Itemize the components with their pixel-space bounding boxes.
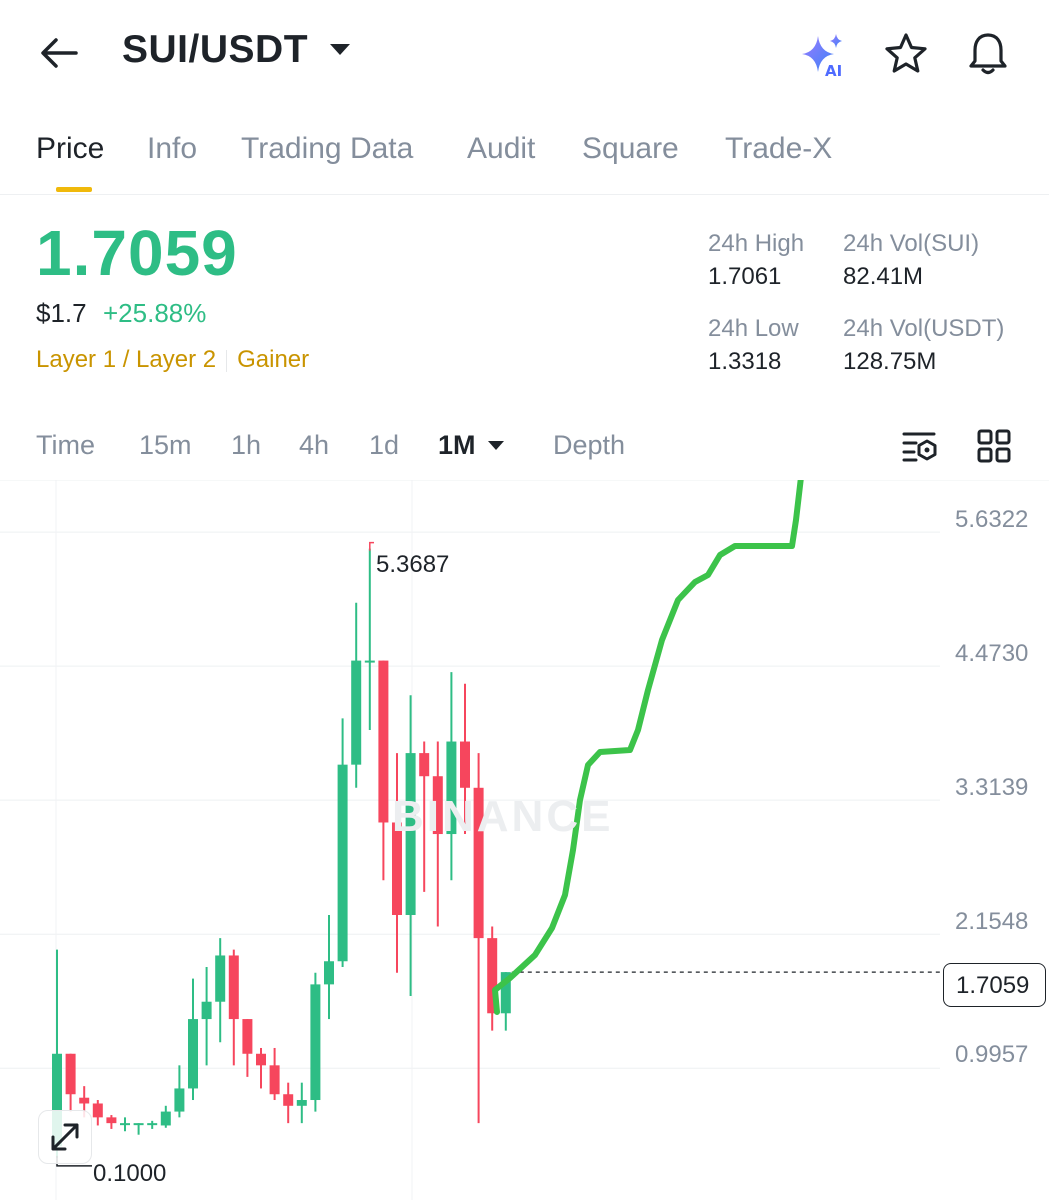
- fullscreen-button[interactable]: [38, 1110, 92, 1164]
- ai-sparkle-icon[interactable]: AI: [798, 30, 846, 78]
- bell-icon[interactable]: [964, 30, 1012, 78]
- tag-layer[interactable]: Layer 1 / Layer 2: [36, 346, 216, 373]
- vol-quote-value: 128.75M: [843, 348, 937, 375]
- high-value: 1.7061: [708, 263, 782, 290]
- candle-body: [351, 660, 362, 765]
- category-tags: Layer 1 / Layer 2 Gainer: [36, 346, 309, 374]
- interval-15m[interactable]: 15m: [139, 430, 192, 461]
- vol-base-label: 24h Vol(SUI): [843, 230, 980, 257]
- candle-body: [174, 1088, 185, 1112]
- last-price: 1.7059: [36, 217, 238, 289]
- candle-body: [378, 660, 389, 823]
- candle-body: [228, 955, 239, 1020]
- candle-body: [460, 741, 470, 788]
- tab-price[interactable]: Price: [36, 132, 104, 166]
- back-arrow-icon[interactable]: [36, 30, 82, 76]
- tab-trade-x[interactable]: Trade-X: [725, 132, 832, 166]
- current-price-label: 1.7059: [956, 972, 1030, 999]
- candle-body: [283, 1094, 294, 1106]
- y-tick-label: 4.4730: [955, 640, 1029, 667]
- tab-trading-data[interactable]: Trading Data: [241, 132, 413, 166]
- candle-body: [324, 961, 334, 985]
- y-tick-label: 5.6322: [955, 506, 1029, 533]
- tab-square[interactable]: Square: [582, 132, 679, 166]
- candle-body: [337, 764, 348, 962]
- star-icon[interactable]: [882, 30, 930, 78]
- binance-watermark: BINANCE: [392, 792, 614, 841]
- candle-body: [201, 1001, 212, 1020]
- interval-1h[interactable]: 1h: [231, 430, 261, 461]
- low-marker-label: 0.1000: [93, 1160, 167, 1187]
- candles-group: [52, 548, 511, 1158]
- ai-label: AI: [825, 62, 842, 78]
- caret-down-icon[interactable]: [330, 44, 350, 55]
- candle-body: [160, 1111, 171, 1126]
- main-tabs: Price Info Trading Data Audit Square Tra…: [0, 118, 1049, 195]
- tab-info[interactable]: Info: [147, 132, 197, 166]
- candle-body: [269, 1065, 280, 1095]
- indicator-settings-icon[interactable]: [900, 426, 940, 466]
- grid-layout-icon[interactable]: [974, 426, 1014, 466]
- interval-4h[interactable]: 4h: [299, 430, 329, 461]
- candle-body: [310, 984, 321, 1101]
- interval-time[interactable]: Time: [36, 430, 95, 461]
- drawn-projection-line: [492, 480, 804, 1015]
- pair-title[interactable]: SUI/USDT: [122, 28, 308, 72]
- low-value: 1.3318: [708, 348, 782, 375]
- interval-1d[interactable]: 1d: [369, 430, 399, 461]
- candle-body: [133, 1123, 144, 1126]
- candle-body: [79, 1097, 90, 1104]
- candle-body: [364, 660, 375, 663]
- interval-depth[interactable]: Depth: [553, 430, 625, 461]
- price-change-percent: +25.88%: [103, 298, 207, 328]
- top-bar: SUI/USDT AI: [0, 0, 1049, 105]
- high-marker-line: [369, 541, 374, 551]
- candle-body: [188, 1019, 198, 1089]
- candle-body: [296, 1100, 307, 1106]
- interval-caret-down-icon[interactable]: [488, 441, 504, 450]
- tag-divider: [226, 349, 228, 372]
- high-label: 24h High: [708, 230, 805, 257]
- candle-body: [120, 1123, 130, 1126]
- candle-body: [92, 1103, 103, 1118]
- interval-1m[interactable]: 1M: [438, 430, 476, 461]
- tab-audit[interactable]: Audit: [467, 132, 535, 166]
- candle-body: [419, 753, 430, 777]
- expand-icon: [51, 1123, 79, 1151]
- usd-price: $1.7: [36, 298, 87, 328]
- candle-body: [242, 1019, 253, 1054]
- candle-body: [65, 1053, 76, 1095]
- candle-body: [106, 1117, 117, 1124]
- candle-body: [256, 1053, 266, 1066]
- low-label: 24h Low: [708, 315, 799, 342]
- y-tick-label: 3.3139: [955, 774, 1029, 801]
- tag-gainer[interactable]: Gainer: [237, 346, 309, 373]
- active-tab-indicator: [56, 187, 92, 192]
- vol-base-value: 82.41M: [843, 263, 924, 290]
- candle-body: [147, 1123, 158, 1126]
- high-marker-label: 5.3687: [376, 551, 450, 578]
- y-tick-label: 0.9957: [955, 1041, 1029, 1068]
- y-tick-label: 2.1548: [955, 908, 1029, 935]
- vol-quote-label: 24h Vol(USDT): [843, 315, 1005, 342]
- candle-body: [215, 955, 226, 1002]
